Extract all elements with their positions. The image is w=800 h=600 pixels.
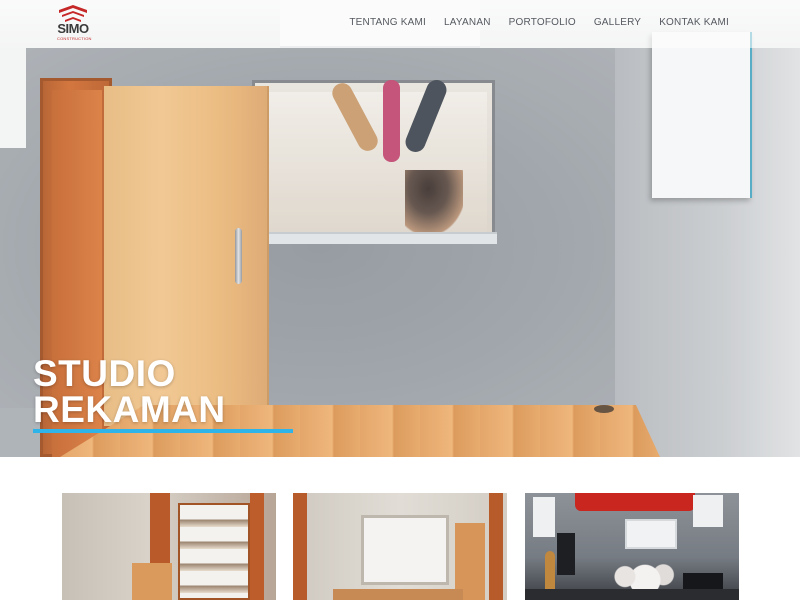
thumb-wall-panel: [361, 515, 449, 585]
site-logo[interactable]: SIMO CONSTRUCTION: [57, 4, 92, 44]
gallery-thumbnail-studio[interactable]: [525, 493, 739, 600]
thumb-acoustic-panel: [533, 497, 555, 537]
thumb-acoustic-panel: [625, 519, 677, 549]
thumb-acoustic-panel: [693, 495, 723, 527]
thumb-drum-kit: [601, 555, 681, 591]
thumb-door: [293, 493, 307, 600]
thumb-door-frame: [250, 493, 264, 600]
logo-wordmark: SIMO: [57, 21, 89, 36]
nav-item-gallery[interactable]: GALLERY: [585, 17, 650, 28]
hero-title-line-2: REKAMAN: [33, 389, 226, 430]
hero-title: STUDIO REKAMAN: [33, 353, 353, 430]
nav-item-layanan[interactable]: LAYANAN: [435, 17, 500, 28]
thumb-door-frame: [489, 493, 503, 600]
gallery-thumbnail-room[interactable]: [293, 493, 507, 600]
hero-banner: STUDIO REKAMAN: [0, 0, 800, 457]
nav-item-portofolio[interactable]: PORTOFOLIO: [500, 17, 585, 28]
gallery-thumbnails: [62, 493, 739, 600]
thumb-red-bar: [575, 493, 695, 511]
nav-item-tentang-kami[interactable]: TENTANG KAMI: [340, 17, 435, 28]
thumb-wood-boards: [132, 563, 172, 600]
hero-title-underline: [33, 429, 293, 433]
gallery-thumbnail-cabinet[interactable]: [62, 493, 276, 600]
thumb-shelving: [178, 503, 250, 600]
thumb-floor: [333, 589, 463, 600]
logo-tagline: CONSTRUCTION: [57, 36, 92, 41]
thumb-floor: [525, 589, 739, 600]
main-nav: TENTANG KAMI LAYANAN PORTOFOLIO GALLERY …: [340, 0, 738, 44]
nav-item-kontak-kami[interactable]: KONTAK KAMI: [650, 17, 738, 28]
thumb-speaker: [557, 533, 575, 575]
top-navbar: SIMO CONSTRUCTION TENTANG KAMI LAYANAN P…: [0, 0, 800, 48]
hero-title-line-1: STUDIO: [33, 353, 176, 394]
